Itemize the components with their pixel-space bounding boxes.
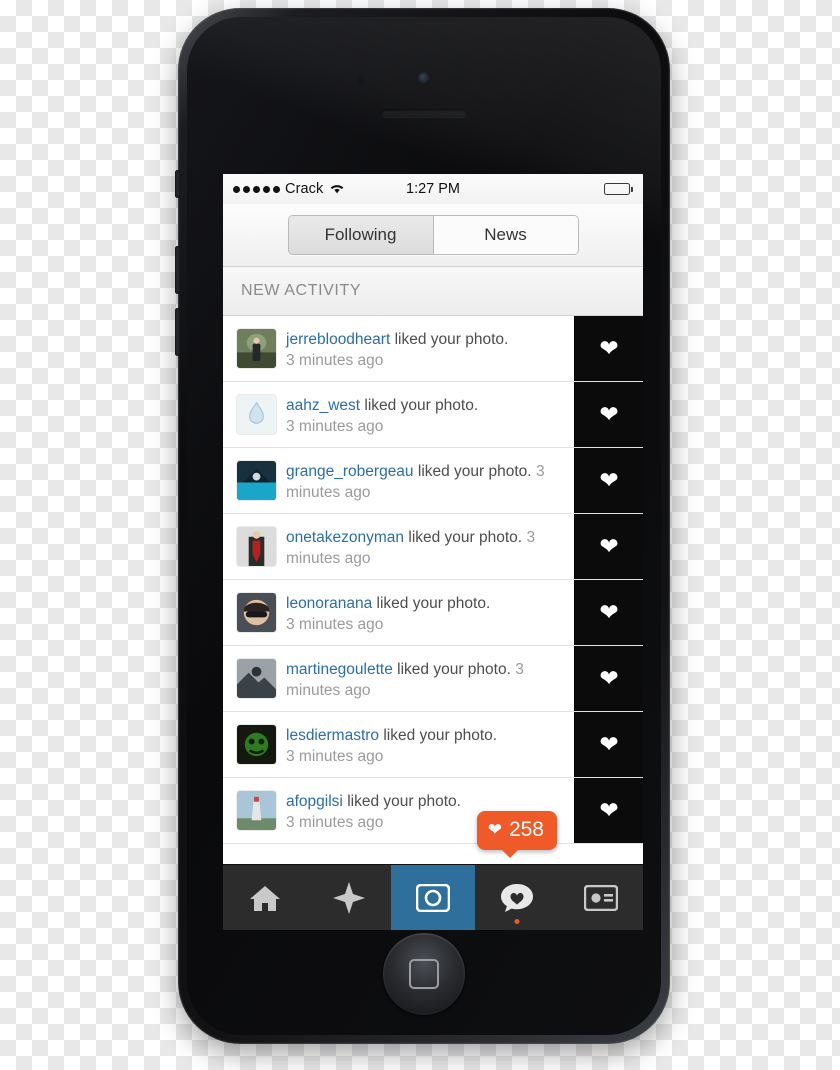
list-item[interactable]: jerrebloodheart liked your photo. 3 minu…	[223, 316, 643, 382]
front-camera-icon	[417, 72, 431, 85]
username-link[interactable]: martinegoulette	[286, 661, 393, 678]
volume-down-button[interactable]	[175, 308, 180, 356]
username-link[interactable]: leonoranana	[286, 595, 372, 612]
list-item-text: onetakezonyman liked your photo. 3 minut…	[286, 514, 574, 569]
phone-screen: Crack 1:27 PM Following News NEW ACTIVIT…	[223, 174, 643, 930]
section-header: NEW ACTIVITY	[223, 267, 643, 316]
photo-thumbnail[interactable]: ❤	[574, 646, 643, 711]
home-square-icon	[409, 959, 439, 989]
timestamp: 3 minutes ago	[286, 814, 384, 831]
action-text: liked your photo.	[383, 727, 498, 744]
avatar[interactable]	[237, 461, 276, 500]
action-text: liked your photo.	[408, 529, 523, 546]
list-item[interactable]: afopgilsi liked your photo. 3 minutes ag…	[223, 778, 643, 844]
photo-thumbnail[interactable]: ❤	[574, 712, 643, 777]
username-link[interactable]: lesdiermastro	[286, 727, 379, 744]
activity-list[interactable]: jerrebloodheart liked your photo. 3 minu…	[223, 316, 643, 858]
heart-icon: ❤	[599, 533, 619, 559]
explore-tab[interactable]	[307, 865, 391, 930]
avatar[interactable]	[237, 791, 276, 830]
tab-news[interactable]: News	[433, 216, 578, 254]
heart-icon: ❤	[599, 665, 619, 691]
avatar[interactable]	[237, 659, 276, 698]
list-item-text: grange_robergeau liked your photo. 3 min…	[286, 448, 574, 503]
list-item-text: leonoranana liked your photo. 3 minutes …	[286, 580, 574, 635]
camera-icon	[416, 883, 450, 912]
list-item[interactable]: lesdiermastro liked your photo. 3 minute…	[223, 712, 643, 778]
compass-icon	[333, 881, 365, 914]
badge-count: 258	[508, 818, 544, 841]
profile-tab[interactable]	[559, 865, 643, 930]
list-item-text: lesdiermastro liked your photo. 3 minute…	[286, 712, 574, 767]
clock-label: 1:27 PM	[406, 181, 460, 197]
heart-icon: ❤	[599, 731, 619, 757]
status-bar: Crack 1:27 PM	[223, 174, 643, 204]
username-link[interactable]: onetakezonyman	[286, 529, 404, 546]
home-icon	[248, 883, 282, 913]
timestamp: 3 minutes ago	[286, 352, 384, 369]
photo-thumbnail[interactable]: ❤	[574, 448, 643, 513]
segmented-control-bar: Following News	[223, 204, 643, 267]
avatar[interactable]	[237, 593, 276, 632]
action-text: liked your photo.	[376, 595, 491, 612]
heart-icon: ❤	[599, 467, 619, 493]
tab-following[interactable]: Following	[288, 216, 434, 254]
activity-tab[interactable]	[475, 865, 559, 930]
list-item[interactable]: leonoranana liked your photo. 3 minutes …	[223, 580, 643, 646]
action-text: liked your photo.	[394, 331, 509, 348]
segmented-control[interactable]: Following News	[287, 215, 579, 255]
heart-icon: ❤	[599, 797, 619, 823]
photo-thumbnail[interactable]: ❤	[574, 382, 643, 447]
earpiece-speaker	[381, 109, 467, 117]
heart-icon: ❤	[487, 820, 502, 839]
list-item[interactable]: martinegoulette liked your photo. 3 minu…	[223, 646, 643, 712]
home-button[interactable]	[383, 933, 465, 1015]
action-text: liked your photo.	[397, 661, 511, 678]
avatar[interactable]	[237, 395, 276, 434]
tab-bar	[223, 864, 643, 930]
list-item[interactable]: aahz_west liked your photo. 3 minutes ag…	[223, 382, 643, 448]
action-text: liked your photo.	[364, 397, 479, 414]
battery-icon	[604, 183, 633, 195]
username-link[interactable]: aahz_west	[286, 397, 360, 414]
timestamp: 3 minutes ago	[286, 616, 384, 633]
timestamp: 3 minutes ago	[286, 748, 384, 765]
avatar[interactable]	[237, 527, 276, 566]
heart-icon: ❤	[599, 401, 619, 427]
phone-body: Crack 1:27 PM Following News NEW ACTIVIT…	[187, 17, 661, 1035]
username-link[interactable]: grange_robergeau	[286, 463, 414, 480]
action-text: liked your photo.	[347, 793, 461, 810]
photo-thumbnail[interactable]: ❤	[574, 580, 643, 645]
iphone-device: Crack 1:27 PM Following News NEW ACTIVIT…	[175, 8, 670, 1044]
list-item[interactable]: grange_robergeau liked your photo. 3 min…	[223, 448, 643, 514]
silent-switch[interactable]	[175, 170, 180, 198]
list-item[interactable]: onetakezonyman liked your photo. 3 minut…	[223, 514, 643, 580]
photo-thumbnail[interactable]: ❤	[574, 514, 643, 579]
list-item-text: martinegoulette liked your photo. 3 minu…	[286, 646, 574, 701]
home-tab[interactable]	[223, 865, 307, 930]
list-item-text: aahz_west liked your photo. 3 minutes ag…	[286, 382, 574, 437]
heart-icon: ❤	[599, 599, 619, 625]
like-count-badge: ❤ 258	[476, 811, 557, 858]
volume-up-button[interactable]	[175, 246, 180, 294]
avatar[interactable]	[237, 329, 276, 368]
proximity-sensor-icon	[357, 77, 364, 84]
username-link[interactable]: jerrebloodheart	[286, 331, 390, 348]
list-item-text: jerrebloodheart liked your photo. 3 minu…	[286, 316, 574, 371]
photo-thumbnail[interactable]: ❤	[574, 316, 643, 381]
avatar[interactable]	[237, 725, 276, 764]
heart-icon: ❤	[599, 335, 619, 361]
notification-dot	[514, 919, 520, 924]
profile-card-icon	[584, 884, 618, 911]
camera-tab[interactable]	[391, 865, 475, 930]
wifi-icon	[329, 182, 345, 196]
heart-speech-icon	[500, 883, 534, 913]
photo-thumbnail[interactable]: ❤	[574, 778, 643, 843]
timestamp: 3 minutes ago	[286, 418, 384, 435]
section-title: NEW ACTIVITY	[241, 282, 362, 299]
username-link[interactable]: afopgilsi	[286, 793, 343, 810]
signal-strength-icon	[233, 185, 280, 193]
action-text: liked your photo.	[417, 463, 532, 480]
carrier-label: Crack	[285, 181, 324, 197]
